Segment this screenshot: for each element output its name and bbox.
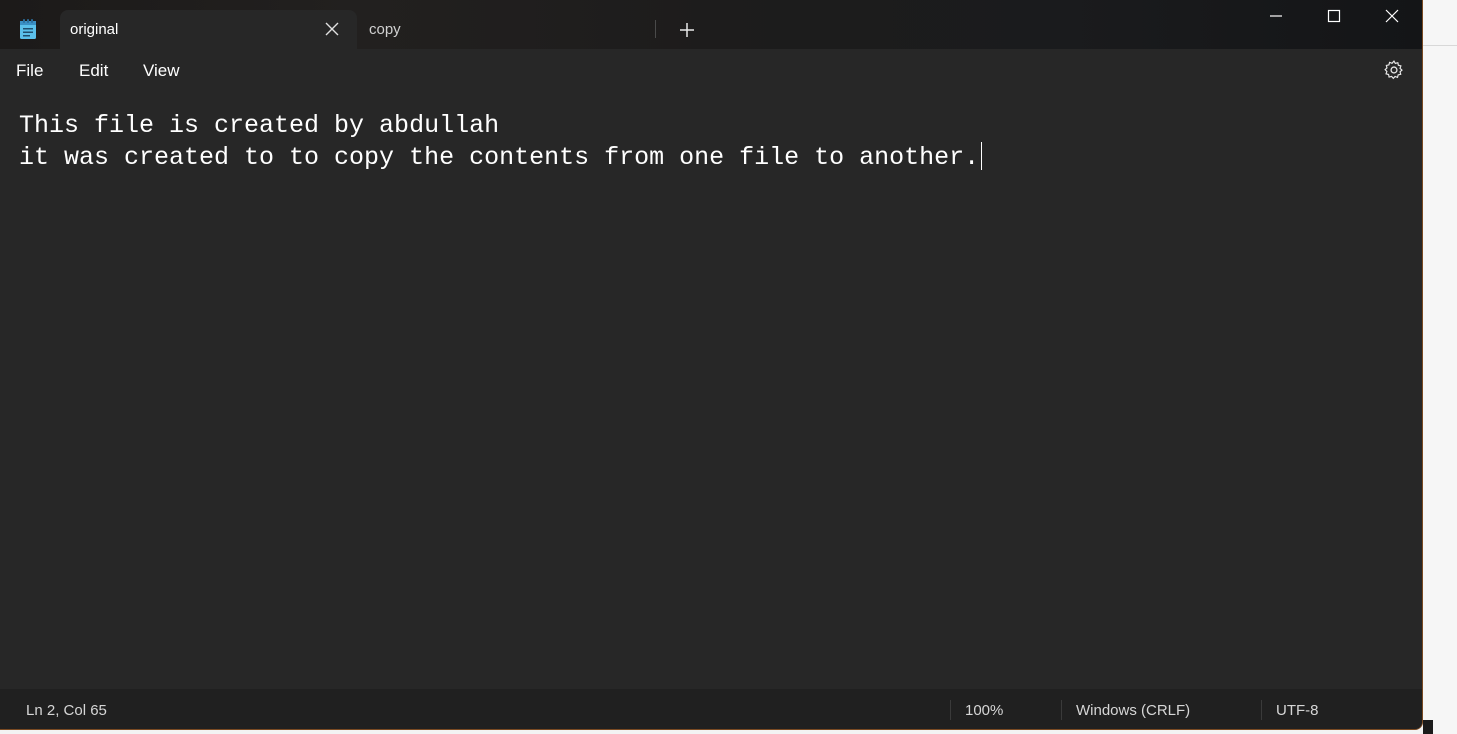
notepad-icon — [20, 19, 36, 39]
background-shadow — [1423, 720, 1433, 734]
editor-line: it was created to to copy the contents f… — [19, 143, 980, 172]
text-caret — [981, 142, 983, 170]
minimize-button[interactable] — [1247, 0, 1305, 32]
maximize-button[interactable] — [1305, 0, 1363, 32]
close-icon[interactable] — [324, 21, 340, 37]
menu-edit[interactable]: Edit — [79, 61, 108, 81]
zoom-level[interactable]: 100% — [965, 702, 1003, 719]
editor-line-with-caret: it was created to to copy the contents f… — [19, 142, 983, 172]
desktop-background — [1423, 0, 1457, 734]
close-icon — [1385, 9, 1399, 23]
line-ending[interactable]: Windows (CRLF) — [1076, 702, 1190, 719]
tab-label: copy — [369, 21, 401, 38]
text-editor[interactable]: This file is created by abdullah it was … — [0, 91, 1422, 689]
minimize-icon — [1270, 15, 1282, 17]
tab-separator — [655, 20, 656, 38]
tab-original[interactable]: original — [60, 10, 357, 49]
maximize-icon — [1327, 9, 1341, 23]
status-separator — [1261, 700, 1262, 720]
editor-line: This file is created by abdullah — [19, 111, 500, 140]
status-bar: Ln 2, Col 65 100% Windows (CRLF) UTF-8 — [0, 689, 1422, 729]
close-button[interactable] — [1363, 0, 1421, 32]
notepad-window: original copy File Edit View This file i… — [0, 0, 1423, 730]
tab-label: original — [70, 21, 119, 38]
encoding[interactable]: UTF-8 — [1276, 702, 1319, 719]
title-bar[interactable]: original copy — [0, 0, 1422, 49]
tab-copy[interactable]: copy — [357, 10, 657, 49]
cursor-position: Ln 2, Col 65 — [26, 702, 107, 719]
gear-icon[interactable] — [1383, 59, 1405, 81]
menu-file[interactable]: File — [16, 61, 43, 81]
background-divider — [1423, 45, 1457, 46]
menu-bar: File Edit View — [0, 49, 1422, 91]
plus-icon[interactable] — [677, 20, 697, 40]
status-separator — [950, 700, 951, 720]
status-separator — [1061, 700, 1062, 720]
menu-view[interactable]: View — [143, 61, 180, 81]
